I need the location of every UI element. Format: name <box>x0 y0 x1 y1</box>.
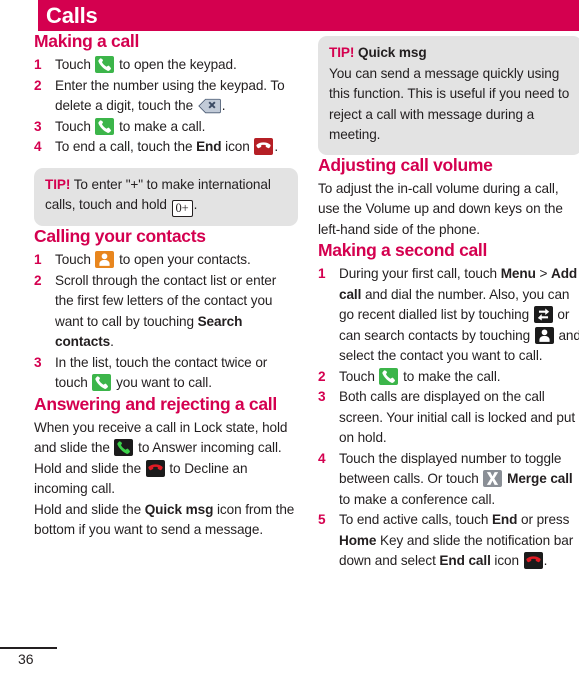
step-number: 3 <box>318 389 326 404</box>
contacts-dark-icon <box>534 326 554 344</box>
phone-call-green-icon <box>95 117 115 135</box>
page-number: 36 <box>18 651 34 667</box>
steps-making-second-call: 1 During your first call, touch Menu > Ad… <box>318 264 579 572</box>
tip-box-international: TIP! To enter "+" to make international … <box>34 167 298 226</box>
step-item: 2 Scroll through the contact list or ente… <box>34 272 277 350</box>
step-item: 3 In the list, touch the contact twice or… <box>34 354 268 391</box>
backspace-icon <box>198 98 221 114</box>
emphasis-text: Menu <box>500 266 536 281</box>
page-title: Calls <box>46 3 98 28</box>
step-item: 5 To end active calls, touch End or press… <box>318 512 574 569</box>
left-column: Making a call 1 Touch to open the keypad.… <box>34 31 298 541</box>
step-item: 2 Enter the number using the keypad. To d… <box>34 77 285 114</box>
decline-call-dark-icon <box>145 459 165 477</box>
end-call-red-icon <box>254 138 274 155</box>
step-number: 2 <box>34 77 42 93</box>
step-item: 1 During your first call, touch Menu > Ad… <box>318 266 579 363</box>
emphasis-text: End call <box>439 553 491 568</box>
emphasis-text: Search contacts <box>55 313 243 350</box>
step-item: 3 Touch to make a call. <box>34 117 298 138</box>
step-item: 3 Both calls are displayed on the call sc… <box>318 389 575 445</box>
step-number: 2 <box>34 272 42 288</box>
emphasis-text: Add call <box>339 266 578 302</box>
heading-calling-contacts: Calling your contacts <box>34 226 206 246</box>
contacts-orange-icon <box>95 251 115 268</box>
answer-call-dark-icon <box>114 439 134 456</box>
heading-making-second-call: Making a second call <box>318 240 488 260</box>
step-number: 2 <box>318 368 326 384</box>
step-number: 1 <box>318 266 326 281</box>
step-number: 4 <box>318 450 326 466</box>
steps-calling-contacts: 1 Touch to open your contacts. 2 Scroll thr… <box>34 250 298 394</box>
recent-calls-dark-icon <box>533 306 553 323</box>
emphasis-text: Merge call <box>507 471 573 486</box>
step-item: 1 Touch to open your contacts. <box>34 250 298 271</box>
step-number: 1 <box>34 57 42 72</box>
tip-label: TIP! <box>329 45 355 60</box>
keypad-zero-plus-key: 0+ <box>171 200 193 217</box>
end-call-dark-icon <box>523 552 543 569</box>
paragraph: When you receive a call in Lock state, h… <box>34 419 288 456</box>
step-item: 1 Touch to open the keypad. <box>34 55 298 76</box>
right-column: TIP! Quick msg You can send a message qu… <box>318 36 579 572</box>
step-number: 4 <box>34 139 42 154</box>
tip-box-quick-msg: TIP! Quick msg You can send a message qu… <box>318 36 579 155</box>
tip-label: TIP! <box>45 176 71 192</box>
heading-making-a-call: Making a call <box>34 31 140 51</box>
merge-call-icon <box>483 470 503 487</box>
phone-call-green-icon <box>95 56 115 73</box>
heading-adjusting-call-volume: Adjusting call volume <box>318 154 493 175</box>
phone-call-green-icon <box>379 367 399 385</box>
manual-page: Calls Making a call 1 Touch to open the k… <box>0 0 579 689</box>
paragraph: Hold and slide the Quick msg icon from t… <box>34 501 295 538</box>
step-number: 5 <box>318 512 326 527</box>
tip-quick-msg-heading: TIP! Quick msg <box>329 43 571 64</box>
steps-making-a-call: 1 Touch to open the keypad. 2 Enter the num… <box>34 55 298 158</box>
emphasis-text: Home <box>339 532 377 548</box>
heading-answering-rejecting: Answering and rejecting a call <box>34 393 277 414</box>
emphasis-text: End <box>491 512 518 527</box>
phone-call-green-small-icon <box>92 374 112 391</box>
tip-quick-msg-body: You can send a message quickly using thi… <box>329 65 570 143</box>
step-number: 1 <box>34 252 42 267</box>
tip-quick-msg-title: Quick msg <box>357 45 427 60</box>
header-bar <box>38 0 579 31</box>
step-item: 4 To end a call, touch the End icon . <box>34 137 298 158</box>
answering-paragraphs: When you receive a call in Lock state, h… <box>34 418 298 541</box>
emphasis-text: Quick msg <box>144 501 214 517</box>
footer-rule <box>0 647 57 649</box>
step-number: 3 <box>34 118 42 134</box>
paragraph: Hold and slide the to Decline an incomin… <box>34 459 248 496</box>
emphasis-text: End <box>196 139 222 154</box>
tip-international-text: TIP! To enter "+" to make international … <box>45 176 271 217</box>
step-item: 4 Touch the displayed number to toggle be… <box>318 450 573 507</box>
step-item: 2 Touch to make the call. <box>318 367 579 388</box>
step-number: 3 <box>34 354 42 370</box>
adjusting-call-volume-text: To adjust the in-call volume during a ca… <box>318 180 563 237</box>
